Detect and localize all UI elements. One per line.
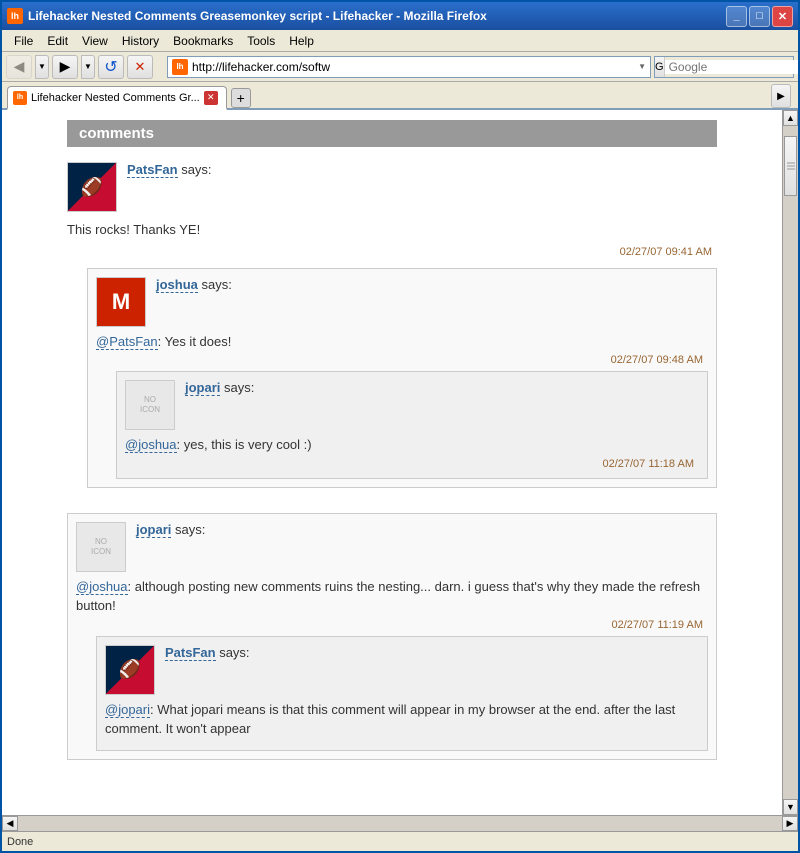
says-5: says: [219, 645, 249, 660]
browser-window: lh Lifehacker Nested Comments Greasemonk… [0, 0, 800, 853]
tab-close-button[interactable]: ✕ [204, 91, 218, 105]
horizontal-scrollbar: ◀ ▶ [2, 815, 798, 831]
comment-3-text: @joshua: yes, this is very cool :) [125, 435, 699, 455]
status-text: Done [7, 836, 33, 848]
close-button[interactable]: ✕ [772, 6, 793, 27]
grip-line-1 [787, 163, 795, 164]
username-jopari-1[interactable]: jopari [185, 380, 220, 396]
tab-favicon: lh [13, 91, 27, 105]
comment-5: 🏈 PatsFan says: @jopari: What jopari mea… [96, 636, 708, 751]
username-patsfan-1[interactable]: PatsFan [127, 162, 178, 178]
mention-joshua-1[interactable]: @joshua [125, 437, 177, 453]
says-3: says: [224, 380, 254, 395]
address-dropdown-icon: ▼ [638, 62, 646, 71]
new-tab-button[interactable]: + [231, 88, 251, 108]
mention-joshua-2[interactable]: @joshua [76, 579, 128, 595]
main-area: comments 🏈 PatsFan says: This rocks! Tha… [2, 110, 798, 815]
comment-2: M joshua says: @PatsFan: Yes it does! 02… [87, 268, 717, 488]
tab-active[interactable]: lh Lifehacker Nested Comments Gr... ✕ [7, 86, 227, 110]
comment-1-body: 🏈 PatsFan says: This rocks! Thanks YE! 0… [67, 157, 717, 263]
tab-label: Lifehacker Nested Comments Gr... [31, 92, 200, 104]
mention-patsfan[interactable]: @PatsFan [96, 334, 158, 350]
says-2: says: [202, 277, 232, 292]
reload-button[interactable]: ↺ [98, 55, 124, 79]
menu-history[interactable]: History [115, 32, 166, 50]
comment-1-header: 🏈 PatsFan says: [67, 162, 717, 212]
search-engine-icon: G [655, 57, 665, 77]
menu-bookmarks[interactable]: Bookmarks [166, 32, 240, 50]
says-1: says: [181, 162, 211, 177]
menu-help[interactable]: Help [282, 32, 321, 50]
avatar-jopari-1: NOICON [125, 380, 175, 430]
comment-4-body: NOICON jopari says: @joshua: although po… [67, 513, 717, 760]
comments-header: comments [67, 120, 717, 147]
scroll-grip [787, 163, 795, 170]
says-4: says: [175, 522, 205, 537]
scroll-down-button[interactable]: ▼ [783, 799, 798, 815]
address-text: http://lifehacker.com/softw [192, 60, 634, 74]
comments-container: comments 🏈 PatsFan says: This rocks! Tha… [67, 120, 717, 765]
scroll-thumb[interactable] [784, 136, 797, 196]
window-title: Lifehacker Nested Comments Greasemonkey … [28, 9, 726, 23]
mention-jopari[interactable]: @jopari [105, 702, 150, 718]
comment-4: NOICON jopari says: @joshua: although po… [67, 508, 717, 765]
grip-line-2 [787, 166, 795, 167]
avatar-jopari-2: NOICON [76, 522, 126, 572]
forward-dropdown[interactable]: ▼ [81, 55, 95, 79]
nav-toolbar: ◀ ▼ ▶ ▼ ↺ ✕ lh http://lifehacker.com/sof… [2, 52, 798, 82]
comment-2-header: M joshua says: [96, 277, 708, 327]
comment-4-text: @joshua: although posting new comments r… [76, 577, 708, 616]
avatar-patsfan-1: 🏈 [67, 162, 117, 212]
timestamp-4: 02/27/07 11:19 AM [76, 619, 708, 631]
username-patsfan-2[interactable]: PatsFan [165, 645, 216, 661]
back-dropdown[interactable]: ▼ [35, 55, 49, 79]
status-bar: Done [2, 831, 798, 851]
timestamp-2: 02/27/07 09:48 AM [96, 354, 708, 366]
scroll-right-button[interactable]: ▶ [782, 816, 798, 831]
comment-1: 🏈 PatsFan says: This rocks! Thanks YE! 0… [67, 157, 717, 493]
timestamp-1: 02/27/07 09:41 AM [67, 246, 717, 258]
minimize-button[interactable]: _ [726, 6, 747, 27]
username-joshua[interactable]: joshua [156, 277, 198, 293]
grip-line-3 [787, 169, 795, 170]
avatar-joshua: M [96, 277, 146, 327]
window-controls: _ □ ✕ [726, 6, 793, 27]
menu-view[interactable]: View [75, 32, 115, 50]
comment-3: NOICON jopari says: @joshua: yes, this i… [116, 371, 708, 479]
comment-3-header: NOICON jopari says: [125, 380, 699, 430]
timestamp-3: 02/27/07 11:18 AM [125, 458, 699, 470]
back-button[interactable]: ◀ [6, 55, 32, 79]
menu-bar: File Edit View History Bookmarks Tools H… [2, 30, 798, 52]
tab-bar: lh Lifehacker Nested Comments Gr... ✕ + … [2, 82, 798, 110]
comment-1-text: This rocks! Thanks YE! [67, 220, 717, 240]
search-input[interactable] [665, 60, 800, 74]
vertical-scrollbar: ▲ ▼ [782, 110, 798, 815]
content-area: comments 🏈 PatsFan says: This rocks! Tha… [2, 110, 782, 815]
h-scroll-track[interactable] [18, 816, 782, 831]
username-jopari-2[interactable]: jopari [136, 522, 171, 538]
title-bar: lh Lifehacker Nested Comments Greasemonk… [2, 2, 798, 30]
scroll-track[interactable] [783, 126, 798, 799]
comment-4-header: NOICON jopari says: [76, 522, 708, 572]
scroll-left-button[interactable]: ◀ [2, 816, 18, 831]
comment-5-header: 🏈 PatsFan says: [105, 645, 699, 695]
scroll-up-button[interactable]: ▲ [783, 110, 798, 126]
maximize-button[interactable]: □ [749, 6, 770, 27]
site-favicon: lh [172, 59, 188, 75]
menu-edit[interactable]: Edit [40, 32, 75, 50]
forward-button[interactable]: ▶ [52, 55, 78, 79]
stop-button[interactable]: ✕ [127, 55, 153, 79]
comment-2-text: @PatsFan: Yes it does! [96, 332, 708, 352]
avatar-patsfan-2: 🏈 [105, 645, 155, 695]
comment-5-text: @jopari: What jopari means is that this … [105, 700, 699, 739]
menu-file[interactable]: File [7, 32, 40, 50]
address-bar[interactable]: lh http://lifehacker.com/softw ▼ [167, 56, 651, 78]
menu-tools[interactable]: Tools [240, 32, 282, 50]
search-bar[interactable]: G ▼ [654, 56, 794, 78]
window-icon: lh [7, 8, 23, 24]
tab-scroll-right[interactable]: ▶ [771, 84, 791, 108]
